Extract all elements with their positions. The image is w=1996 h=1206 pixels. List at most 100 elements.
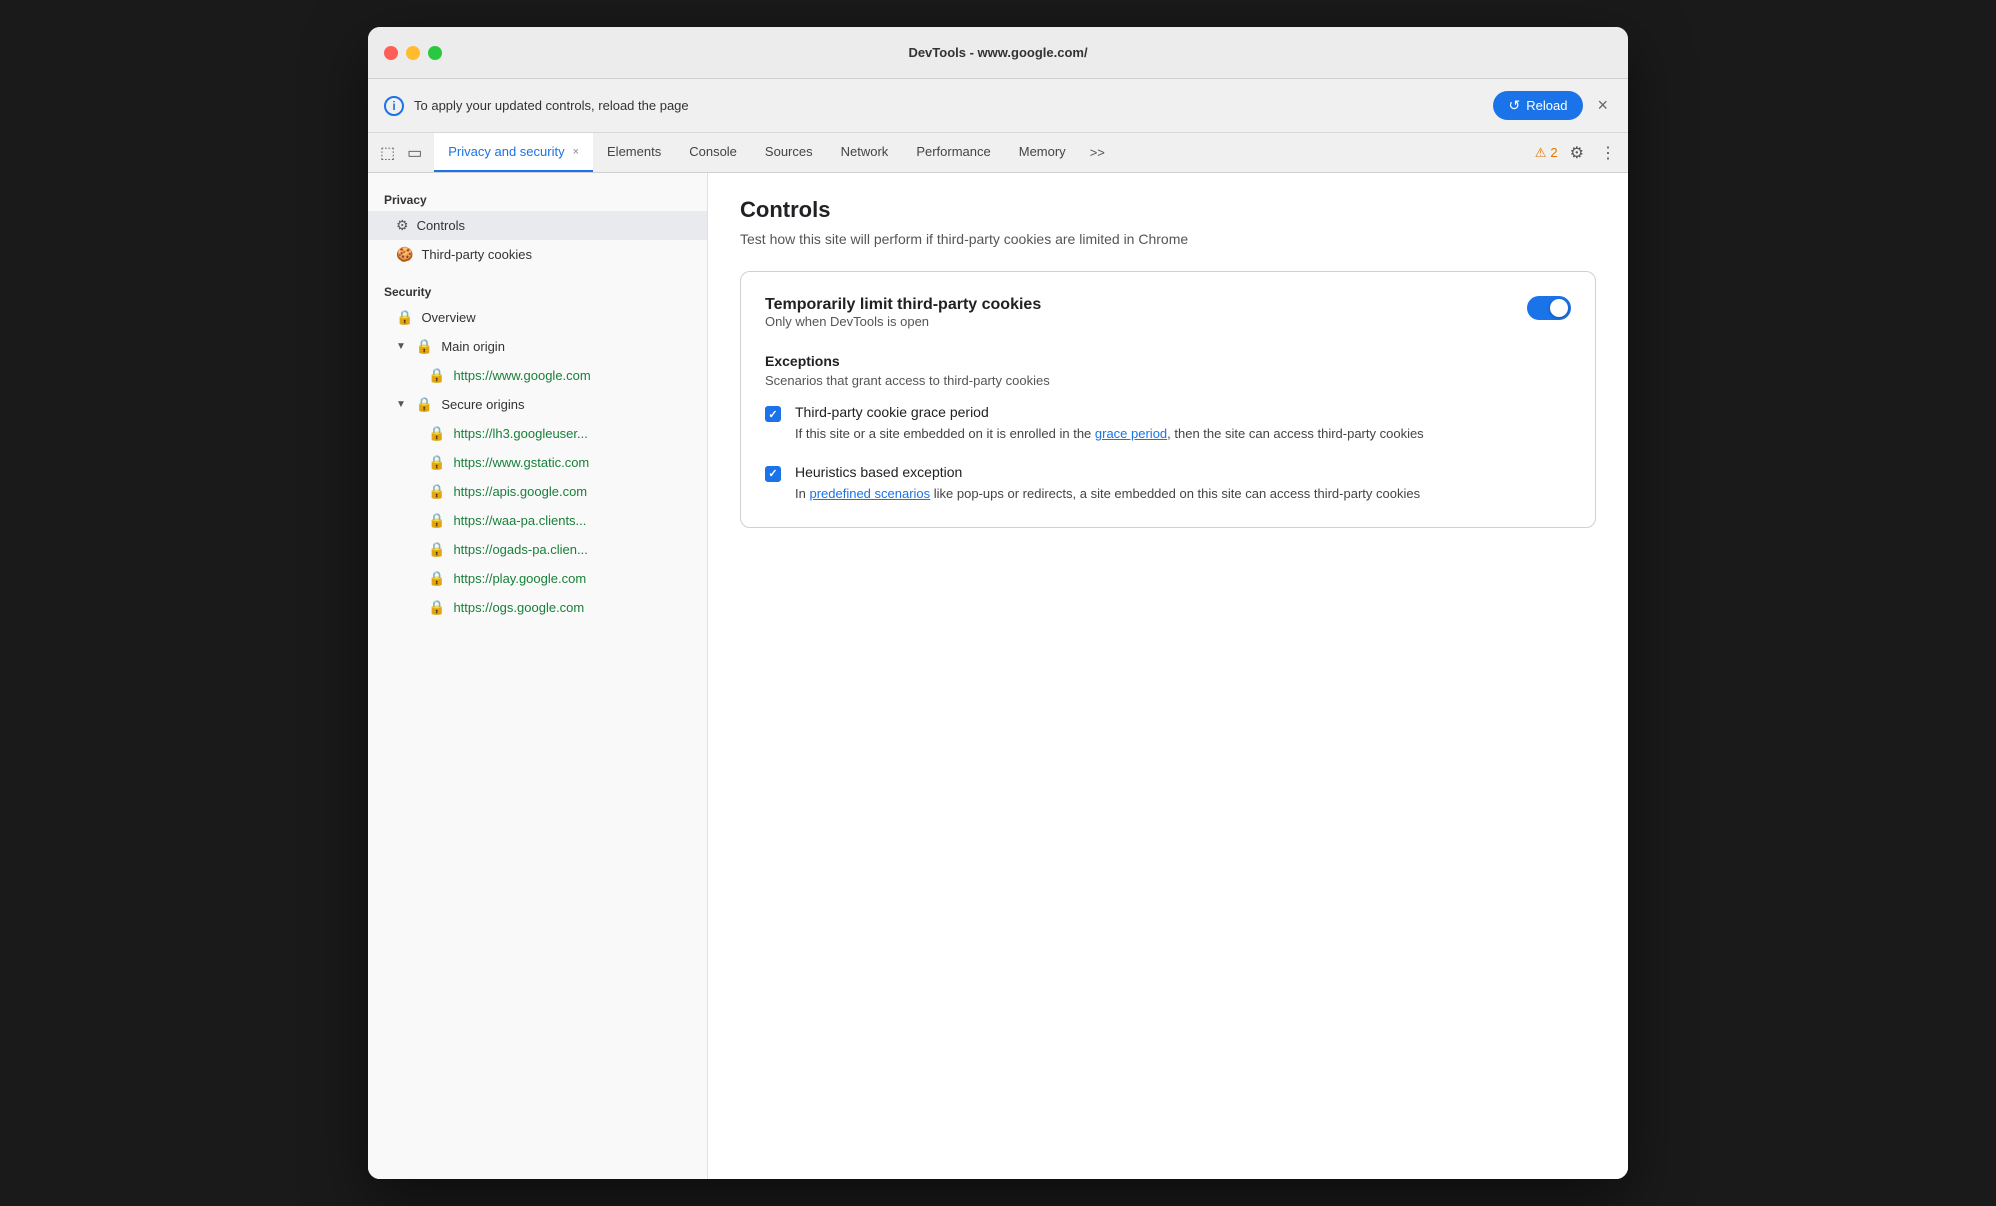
tab-label: Performance — [916, 144, 990, 159]
sidebar-item-overview[interactable]: 🔒 Overview — [368, 303, 707, 332]
sidebar-item-gstatic[interactable]: 🔒 https://www.gstatic.com — [368, 448, 707, 477]
origin-link: https://lh3.googleuser... — [453, 426, 587, 441]
tab-icon-group: ⬚ ▭ — [376, 139, 426, 167]
cookie-control-card: Temporarily limit third-party cookies On… — [740, 271, 1596, 528]
lock-icon: 🔒 — [428, 454, 445, 471]
origin-link: https://ogads-pa.clien... — [453, 542, 587, 557]
exception-body-after: , then the site can access third-party c… — [1167, 426, 1424, 441]
sidebar-label: Controls — [417, 218, 465, 233]
tab-label: Network — [841, 144, 889, 159]
main-panel: Controls Test how this site will perform… — [708, 173, 1628, 1179]
lock-icon: 🔒 — [396, 309, 413, 326]
cursor-tool-button[interactable]: ⬚ — [376, 139, 399, 167]
reload-banner: i To apply your updated controls, reload… — [368, 79, 1628, 133]
more-tabs-button[interactable]: >> — [1080, 133, 1115, 172]
origin-link: https://ogs.google.com — [453, 600, 584, 615]
window-title: DevTools - www.google.com/ — [908, 45, 1087, 60]
warning-count: 2 — [1550, 145, 1557, 160]
lock-icon: 🔒 — [428, 483, 445, 500]
card-heading-block: Temporarily limit third-party cookies On… — [765, 296, 1041, 349]
gear-icon: ⚙ — [396, 217, 409, 234]
sidebar-label: Secure origins — [441, 397, 524, 412]
sidebar-label: Overview — [421, 310, 475, 325]
sidebar-item-third-party-cookies[interactable]: 🍪 Third-party cookies — [368, 240, 707, 269]
predefined-scenarios-link[interactable]: predefined scenarios — [809, 486, 930, 501]
card-subtitle: Only when DevTools is open — [765, 314, 1041, 329]
exception-body: If this site or a site embedded on it is… — [795, 424, 1424, 444]
card-header-row: Temporarily limit third-party cookies On… — [765, 296, 1571, 349]
exception-heuristics: Heuristics based exception In predefined… — [765, 464, 1571, 504]
window-controls — [384, 46, 442, 60]
privacy-section-label: Privacy — [368, 185, 707, 211]
tab-performance[interactable]: Performance — [902, 133, 1004, 172]
cookie-icon: 🍪 — [396, 246, 413, 263]
exceptions-title: Exceptions — [765, 353, 1571, 369]
origin-link: https://apis.google.com — [453, 484, 587, 499]
card-title: Temporarily limit third-party cookies — [765, 296, 1041, 314]
minimize-button[interactable] — [406, 46, 420, 60]
sidebar-item-ogads[interactable]: 🔒 https://ogads-pa.clien... — [368, 535, 707, 564]
device-tool-button[interactable]: ▭ — [403, 139, 426, 167]
security-group: Security 🔒 Overview ▼ 🔒 Main origin 🔒 ht… — [368, 277, 707, 622]
lock-icon: 🔒 — [428, 425, 445, 442]
exception-body-before: In — [795, 486, 809, 501]
sidebar-item-play-google[interactable]: 🔒 https://play.google.com — [368, 564, 707, 593]
tab-memory[interactable]: Memory — [1005, 133, 1080, 172]
lock-icon: 🔒 — [428, 599, 445, 616]
tab-network[interactable]: Network — [827, 133, 903, 172]
tabs-bar: ⬚ ▭ Privacy and security × Elements Cons… — [368, 133, 1628, 173]
lock-icon: 🔒 — [416, 396, 433, 413]
lock-icon: 🔒 — [416, 338, 433, 355]
tab-privacy-and-security[interactable]: Privacy and security × — [434, 133, 593, 172]
exception-body: In predefined scenarios like pop-ups or … — [795, 484, 1420, 504]
security-section-label: Security — [368, 277, 707, 303]
more-options-button[interactable]: ⋮ — [1596, 139, 1620, 167]
lock-icon: 🔒 — [428, 541, 445, 558]
warning-icon: ⚠ — [1535, 145, 1547, 161]
exception-heading: Heuristics based exception — [795, 464, 1420, 480]
info-icon: i — [384, 96, 404, 116]
origin-link: https://www.gstatic.com — [453, 455, 589, 470]
privacy-group: Privacy ⚙ Controls 🍪 Third-party cookies — [368, 185, 707, 269]
grace-period-link[interactable]: grace period — [1095, 426, 1167, 441]
sidebar-item-waa-pa[interactable]: 🔒 https://waa-pa.clients... — [368, 506, 707, 535]
settings-button[interactable]: ⚙ — [1566, 139, 1588, 167]
lock-icon: 🔒 — [428, 367, 445, 384]
heuristics-checkbox[interactable] — [765, 466, 781, 482]
tab-list: Privacy and security × Elements Console … — [434, 133, 1535, 172]
exceptions-desc: Scenarios that grant access to third-par… — [765, 373, 1571, 388]
devtools-window: DevTools - www.google.com/ i To apply yo… — [368, 27, 1628, 1179]
close-banner-button[interactable]: × — [1593, 95, 1612, 116]
sidebar-item-controls[interactable]: ⚙ Controls — [368, 211, 707, 240]
limit-cookies-toggle[interactable] — [1527, 296, 1571, 320]
heuristics-text: Heuristics based exception In predefined… — [795, 464, 1420, 504]
maximize-button[interactable] — [428, 46, 442, 60]
banner-text: To apply your updated controls, reload t… — [414, 98, 1483, 113]
expand-arrow-icon: ▼ — [396, 399, 406, 410]
sidebar-item-google-main[interactable]: 🔒 https://www.google.com — [368, 361, 707, 390]
warning-badge: ⚠ 2 — [1535, 145, 1558, 161]
exception-heading: Third-party cookie grace period — [795, 404, 1424, 420]
tab-elements[interactable]: Elements — [593, 133, 675, 172]
exception-body-after: like pop-ups or redirects, a site embedd… — [930, 486, 1420, 501]
sidebar: Privacy ⚙ Controls 🍪 Third-party cookies… — [368, 173, 708, 1179]
reload-button[interactable]: ↺ Reload — [1493, 91, 1584, 120]
grace-period-text: Third-party cookie grace period If this … — [795, 404, 1424, 444]
sidebar-label: Third-party cookies — [421, 247, 532, 262]
titlebar: DevTools - www.google.com/ — [368, 27, 1628, 79]
exception-grace-period: Third-party cookie grace period If this … — [765, 404, 1571, 444]
lock-icon: 🔒 — [428, 570, 445, 587]
close-button[interactable] — [384, 46, 398, 60]
sidebar-label: Main origin — [441, 339, 505, 354]
sidebar-item-apis-google[interactable]: 🔒 https://apis.google.com — [368, 477, 707, 506]
sidebar-item-secure-origins[interactable]: ▼ 🔒 Secure origins — [368, 390, 707, 419]
sidebar-item-main-origin[interactable]: ▼ 🔒 Main origin — [368, 332, 707, 361]
tab-sources[interactable]: Sources — [751, 133, 827, 172]
origin-link: https://play.google.com — [453, 571, 586, 586]
sidebar-item-lh3[interactable]: 🔒 https://lh3.googleuser... — [368, 419, 707, 448]
panel-description: Test how this site will perform if third… — [740, 231, 1596, 247]
sidebar-item-ogs-google[interactable]: 🔒 https://ogs.google.com — [368, 593, 707, 622]
grace-period-checkbox[interactable] — [765, 406, 781, 422]
tab-close-icon[interactable]: × — [573, 146, 579, 158]
tab-console[interactable]: Console — [675, 133, 751, 172]
